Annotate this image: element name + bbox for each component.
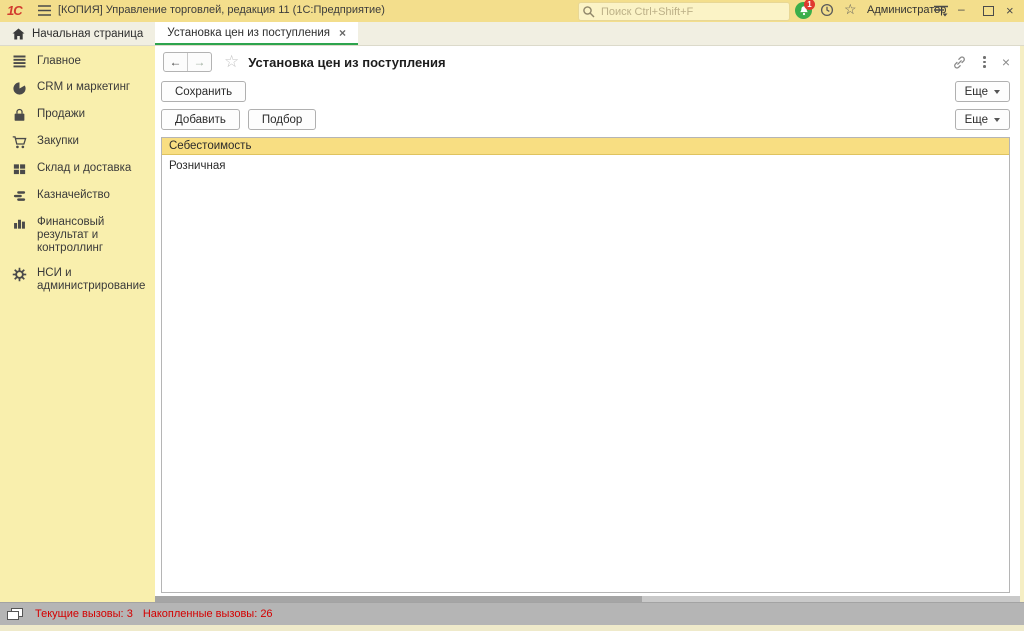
sidebar-item-label: Главное [37,55,81,67]
global-search [578,2,790,21]
more-button-top[interactable]: Еще [954,81,1010,102]
more-button-label: Еще [964,85,988,98]
lines-caret-icon [934,5,948,17]
link-icon[interactable] [952,55,967,70]
bar-chart-icon [14,219,25,229]
current-calls-label: Текущие вызовы: [35,608,124,620]
sidebar: Главное CRM и маркетинг Продажи Закупки … [0,46,155,602]
chevron-down-icon [994,117,1000,122]
menu-lines-icon [13,55,26,68]
close-button[interactable]: × [1006,3,1014,18]
add-button[interactable]: Добавить [161,109,240,130]
search-input[interactable] [599,3,788,20]
form-header-actions: × [952,54,1010,70]
sidebar-item-label: Закупки [37,135,79,147]
app-logo: 1С [7,3,23,18]
pick-button[interactable]: Подбор [247,109,317,130]
tab-bar: Начальная страница Установка цен из пост… [0,22,1024,46]
form-header: ← → ☆ Установка цен из поступления × [161,51,1010,73]
sidebar-item-main[interactable]: Главное [0,49,155,75]
price-types-table: Себестоимость Розничная [161,137,1010,593]
hamburger-icon [38,5,51,16]
app-window: 1С [КОПИЯ] Управление торговлей, редакци… [0,0,1024,631]
sidebar-item-warehouse[interactable]: Склад и доставка [0,156,155,183]
sidebar-item-finance[interactable]: Финансовый результат и контроллинг [0,210,155,261]
sidebar-item-label: CRM и маркетинг [37,81,131,93]
tab-close-icon[interactable]: × [339,26,346,40]
maximize-button[interactable] [983,6,994,16]
chevron-down-icon [994,89,1000,94]
sidebar-item-label: Финансовый результат и контроллинг [37,216,105,254]
accumulated-calls-text: Накопленные вызовы: 26 [143,608,273,620]
pie-chart-icon [13,81,26,95]
more-actions-icon[interactable] [983,56,986,68]
tab-label: Установка цен из поступления [167,26,330,39]
sidebar-item-admin[interactable]: НСИ и администрирование [0,261,155,299]
table-row[interactable]: Розничная [162,155,1009,176]
favorite-star-icon[interactable]: ☆ [224,52,239,72]
history-nav: ← → [163,52,212,72]
clock-history-icon [820,3,834,17]
save-toolbar: Сохранить Еще [161,81,1010,102]
shopping-cart-icon [12,136,27,149]
more-button-table[interactable]: Еще [954,109,1010,130]
form-price-setting: ← → ☆ Установка цен из поступления × Сох… [155,46,1024,596]
current-calls-text: Текущие вызовы: 3 [35,608,133,620]
sidebar-item-label: Казначейство [37,189,110,201]
windows-icon [7,607,23,620]
sidebar-item-label: НСИ и администрирование [37,267,146,292]
status-bar: Текущие вызовы: 3 Накопленные вызовы: 26 [0,602,1024,625]
tab-label: Начальная страница [32,27,144,40]
more-button-label: Еще [964,113,988,126]
current-calls-value: 3 [126,608,133,620]
sidebar-item-sales[interactable]: Продажи [0,102,155,129]
main-area: ← → ☆ Установка цен из поступления × Сох… [155,46,1024,602]
save-button[interactable]: Сохранить [161,81,247,102]
sidebar-item-treasury[interactable]: Казначейство [0,183,155,210]
form-close-button[interactable]: × [1002,54,1010,70]
gear-icon [12,267,27,282]
accumulated-calls-label: Накопленные вызовы: [142,608,258,620]
title-bar: 1С [КОПИЯ] Управление торговлей, редакци… [0,0,1024,22]
home-icon [12,28,25,39]
search-icon [583,6,595,18]
window-frame-bottom [0,625,1024,631]
page-title: Установка цен из поступления [248,54,446,70]
table-toolbar: Добавить Подбор Еще [161,109,1010,130]
minimize-button[interactable]: – [958,2,965,16]
coins-icon [13,191,26,201]
back-button[interactable]: ← [164,53,187,71]
sidebar-item-crm[interactable]: CRM и маркетинг [0,75,155,102]
favorites-button[interactable]: ☆ [844,1,857,18]
tab-price-setting[interactable]: Установка цен из поступления × [155,22,358,45]
notifications-button[interactable]: 1 [795,0,815,19]
notification-badge: 1 [804,0,815,10]
accumulated-calls-value: 26 [260,608,273,620]
tab-home[interactable]: Начальная страница [0,22,155,45]
grid-icon [13,164,26,175]
table-header-cell[interactable]: Себестоимость [162,138,1009,155]
window-frame-right [1020,46,1024,602]
sidebar-item-purchases[interactable]: Закупки [0,129,155,156]
forward-button[interactable]: → [187,53,211,71]
shopping-bag-icon [14,108,25,121]
window-title: [КОПИЯ] Управление торговлей, редакция 1… [58,4,385,16]
sidebar-item-label: Продажи [37,108,86,120]
sidebar-item-label: Склад и доставка [37,162,132,174]
